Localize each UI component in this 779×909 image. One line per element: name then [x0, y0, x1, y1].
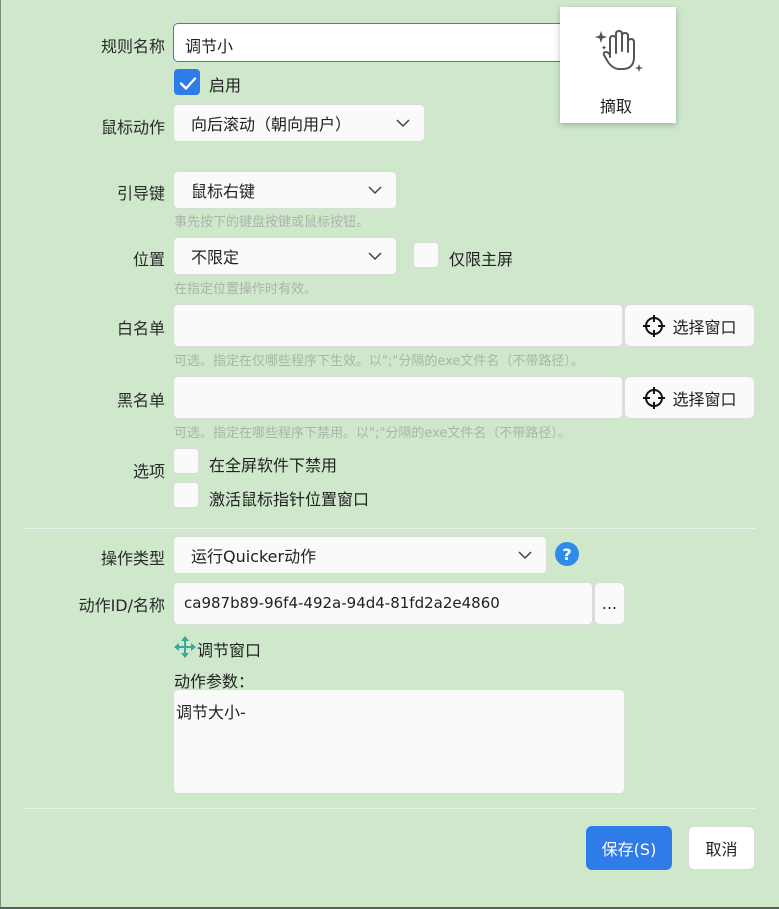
rule-name-label: 规则名称	[100, 37, 165, 56]
blacklist-label: 黑名单	[116, 391, 165, 410]
position-value: 不限定	[191, 248, 240, 267]
position-dropdown[interactable]: 不限定	[173, 237, 397, 275]
cancel-button-label: 取消	[705, 840, 738, 859]
rule-name-input[interactable]: 调节小	[173, 23, 573, 62]
footer-divider	[23, 808, 756, 809]
extract-popup[interactable]: 摘取	[560, 7, 676, 123]
main-screen-only-checkbox[interactable]	[413, 242, 439, 268]
action-type-label: 操作类型	[100, 549, 165, 568]
help-icon[interactable]: ?	[555, 542, 579, 566]
position-label: 位置	[132, 250, 165, 269]
position-hint: 在指定位置操作时有效。	[174, 282, 318, 297]
action-type-dropdown[interactable]: 运行Quicker动作	[173, 536, 547, 574]
whitelist-select-window-button[interactable]: 选择窗口	[624, 304, 755, 347]
crosshair-icon	[643, 386, 666, 409]
rule-name-value: 调节小	[185, 37, 234, 56]
action-browse-button[interactable]: ...	[594, 582, 625, 625]
lead-key-dropdown[interactable]: 鼠标右键	[173, 171, 397, 209]
action-link[interactable]: 调节窗口	[197, 637, 261, 661]
blacklist-hint: 可选。指定在哪些程序下禁用。以";"分隔的exe文件名（不带路径）。	[174, 426, 571, 441]
options-label: 选项	[132, 462, 165, 481]
section-divider	[23, 528, 756, 529]
option-activate-checkbox[interactable]	[173, 482, 199, 508]
action-type-value: 运行Quicker动作	[191, 547, 317, 566]
option-activate-label: 激活鼠标指针位置窗口	[209, 490, 370, 509]
whitelist-label: 白名单	[116, 319, 165, 338]
check-icon	[179, 77, 197, 90]
main-screen-only-label: 仅限主屏	[449, 250, 514, 269]
move-arrows-icon	[174, 636, 196, 658]
window-left-edge	[0, 0, 1, 909]
action-params-textarea[interactable]: 调节大小-	[173, 689, 625, 794]
enable-label: 启用	[209, 76, 242, 95]
save-button-label: 保存(S)	[601, 840, 657, 859]
action-id-input[interactable]: ca987b89-96f4-492a-94d4-81fd2a2e4860	[173, 582, 593, 625]
chevron-down-icon	[518, 551, 532, 560]
whitelist-input[interactable]	[173, 304, 623, 347]
action-params-value: 调节大小-	[176, 703, 246, 722]
hand-sparkle-icon	[595, 30, 643, 72]
more-button-label: ...	[601, 594, 618, 613]
save-button[interactable]: 保存(S)	[586, 826, 672, 870]
chevron-down-icon	[368, 252, 382, 261]
option-fullscreen-checkbox[interactable]	[173, 448, 199, 474]
blacklist-input[interactable]	[173, 376, 623, 419]
svg-text:?: ?	[562, 545, 571, 564]
extract-label: 摘取	[600, 97, 633, 116]
chevron-down-icon	[368, 186, 382, 195]
chevron-down-icon	[396, 119, 410, 128]
cancel-button[interactable]: 取消	[688, 826, 755, 870]
action-id-label: 动作ID/名称	[78, 596, 165, 615]
lead-key-label: 引导键	[116, 184, 165, 203]
whitelist-hint: 可选。指定在仅哪些程序下生效。以";"分隔的exe文件名（不带路径）。	[174, 354, 584, 369]
crosshair-icon	[643, 314, 666, 337]
blacklist-select-window-button[interactable]: 选择窗口	[624, 376, 755, 419]
option-fullscreen-label: 在全屏软件下禁用	[209, 456, 338, 475]
enable-checkbox[interactable]	[174, 69, 200, 95]
action-id-value: ca987b89-96f4-492a-94d4-81fd2a2e4860	[184, 594, 500, 612]
lead-key-hint: 事先按下的键盘按键或鼠标按钮。	[174, 215, 370, 230]
select-window-label: 选择窗口	[672, 389, 737, 409]
lead-key-value: 鼠标右键	[191, 182, 256, 201]
mouse-action-value: 向后滚动（朝向用户）	[191, 115, 352, 134]
select-window-label: 选择窗口	[672, 317, 737, 337]
mouse-action-dropdown[interactable]: 向后滚动（朝向用户）	[173, 104, 425, 142]
mouse-action-label: 鼠标动作	[100, 118, 165, 137]
